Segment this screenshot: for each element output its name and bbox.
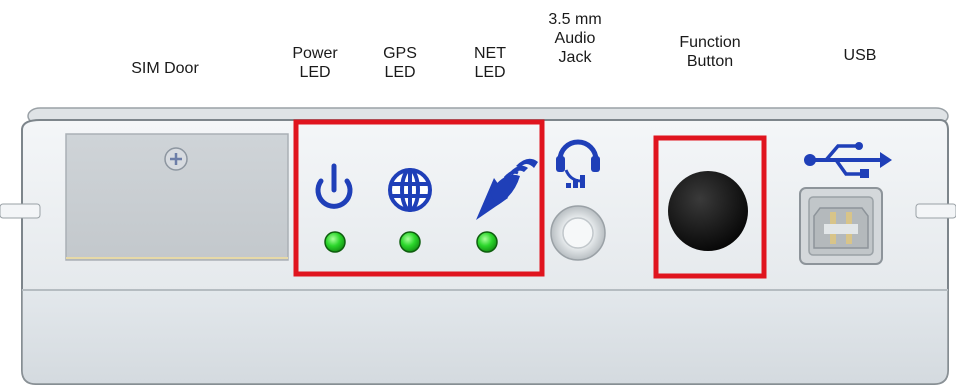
screw-icon	[164, 147, 188, 171]
left-notch	[0, 203, 41, 219]
usb-port[interactable]	[799, 187, 883, 265]
right-notch	[915, 203, 956, 219]
gps-led	[399, 231, 421, 253]
device-front-panel	[0, 107, 956, 385]
power-led	[324, 231, 346, 253]
audio-jack[interactable]	[550, 205, 606, 261]
function-button[interactable]	[668, 171, 748, 251]
net-led	[476, 231, 498, 253]
device-lower-section	[21, 289, 949, 385]
globe-icon	[388, 168, 432, 212]
